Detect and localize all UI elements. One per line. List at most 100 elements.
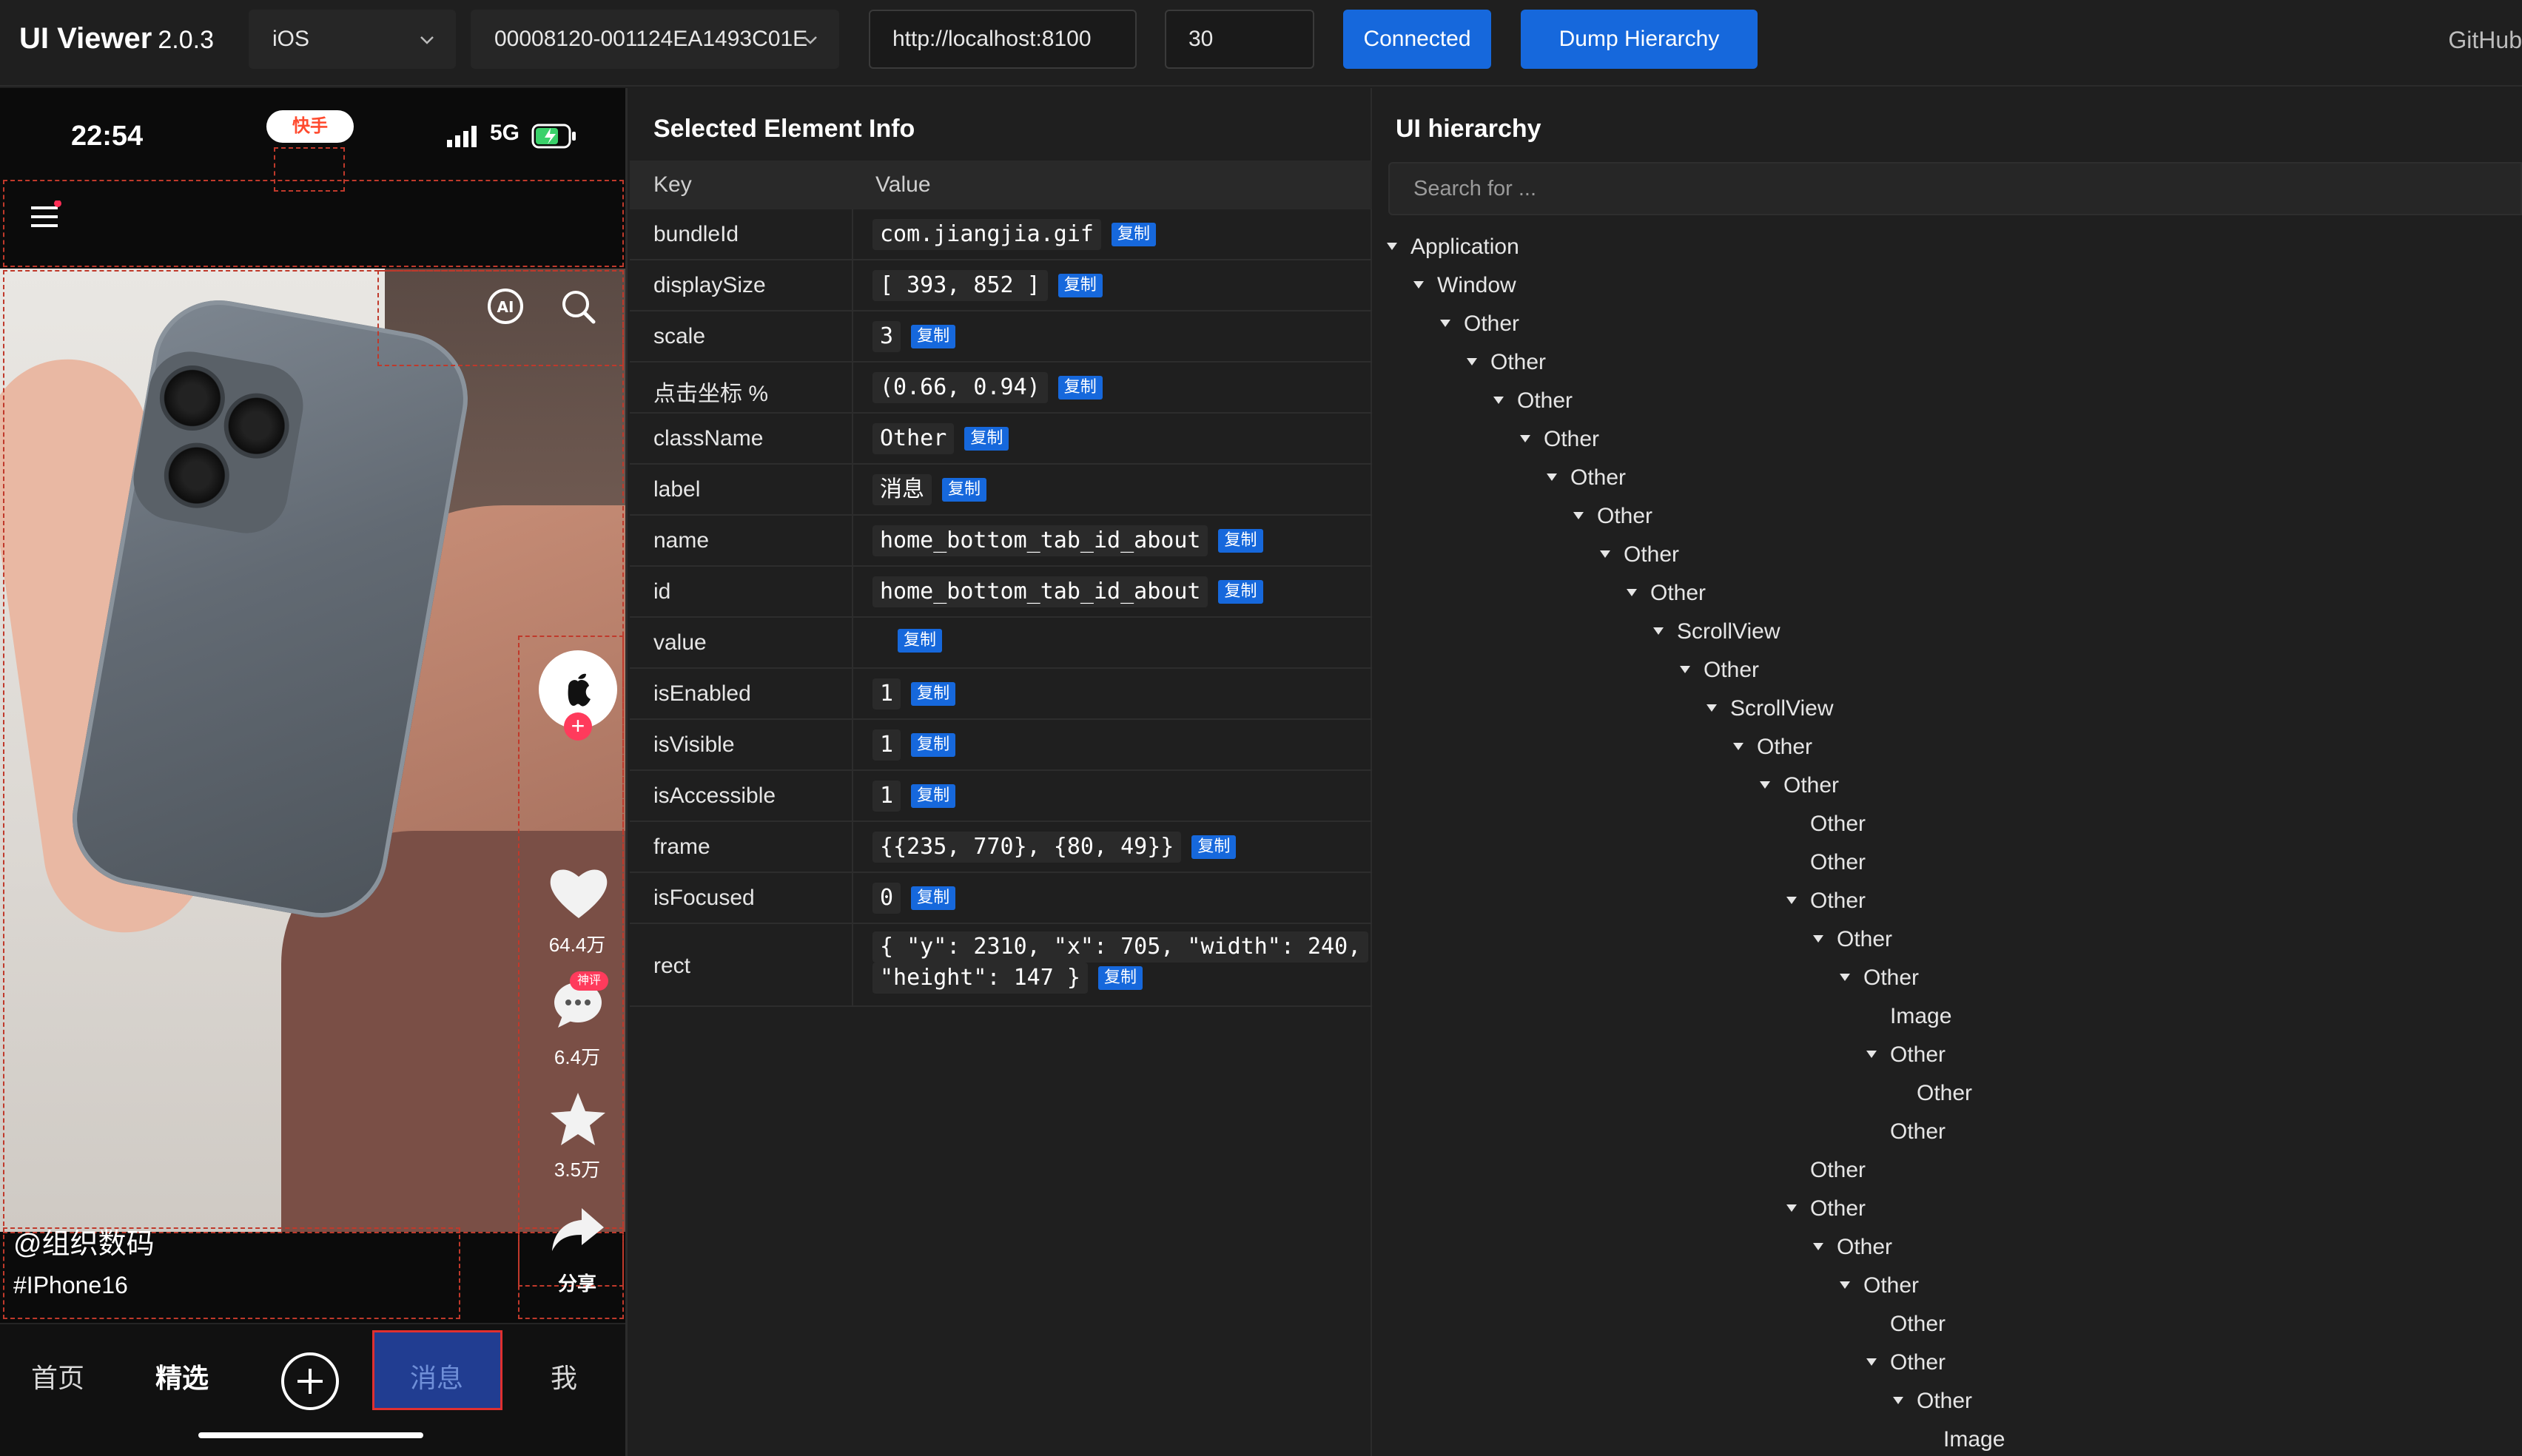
expand-caret-icon[interactable]	[1653, 627, 1664, 635]
tree-node[interactable]: Other	[1840, 1273, 1919, 1312]
expand-caret-icon[interactable]	[1733, 743, 1743, 750]
tree-node[interactable]: Other	[1813, 927, 1892, 965]
dump-hierarchy-button[interactable]: Dump Hierarchy	[1521, 10, 1758, 69]
expand-caret-icon[interactable]	[1680, 666, 1690, 673]
github-link[interactable]: GitHub	[2448, 27, 2522, 54]
tree-node[interactable]: Other	[1467, 350, 1546, 388]
copy-button[interactable]: 复制	[911, 682, 956, 706]
hierarchy-panel: UI hierarchy Search for ... Application W…	[1373, 88, 2522, 1456]
tree-node[interactable]: Other	[1813, 1235, 1892, 1273]
tree-node[interactable]: Other	[1786, 1158, 1866, 1196]
tree-node[interactable]: Window	[1413, 273, 1516, 311]
tree-node[interactable]: Other	[1600, 542, 1679, 581]
tree-node[interactable]: Other	[1866, 1350, 1946, 1389]
copy-button[interactable]: 复制	[911, 325, 956, 348]
tree-node[interactable]: Other	[1866, 1042, 1946, 1081]
tree-node[interactable]: Other	[1440, 311, 1519, 350]
copy-button[interactable]: 复制	[1097, 966, 1143, 990]
expand-caret-icon[interactable]	[1440, 320, 1450, 327]
copy-button[interactable]: 复制	[898, 629, 943, 653]
hashtag[interactable]: #IPhone16	[13, 1272, 128, 1299]
copy-button[interactable]: 复制	[911, 733, 956, 757]
tree-node[interactable]: Other	[1520, 427, 1599, 465]
tree-node[interactable]: Other	[1786, 812, 1866, 850]
tree-node[interactable]: Other	[1627, 581, 1706, 619]
tree-node[interactable]: Other	[1760, 773, 1839, 812]
copy-button[interactable]: 复制	[1111, 223, 1156, 246]
info-row: id home_bottom_tab_id_about 复制	[630, 567, 1372, 618]
tree-node[interactable]: ScrollView	[1706, 696, 1834, 735]
expand-caret-icon[interactable]	[1387, 243, 1397, 250]
device-screenshot[interactable]: 22:54 快手 5G AI + 64.4万 神评 6.4万 3.5万 分享 @…	[0, 88, 628, 1456]
copy-button[interactable]: 复制	[964, 427, 1009, 451]
tree-node-label: Other	[1810, 1158, 1866, 1182]
tree-node[interactable]: Other	[1547, 465, 1626, 504]
copy-button[interactable]: 复制	[942, 478, 987, 502]
expand-caret-icon[interactable]	[1493, 397, 1504, 404]
tree-node[interactable]: Other	[1893, 1389, 1972, 1427]
share-icon[interactable]	[551, 1207, 605, 1253]
tree-node[interactable]: ScrollView	[1653, 619, 1780, 658]
expand-caret-icon[interactable]	[1813, 935, 1823, 943]
copy-button[interactable]: 复制	[1218, 529, 1263, 553]
tab-me[interactable]: 我	[551, 1357, 577, 1395]
tree-node[interactable]: Other	[1866, 1312, 1946, 1350]
follow-plus-icon[interactable]: +	[564, 712, 592, 741]
hierarchy-search-input[interactable]: Search for ...	[1388, 162, 2522, 215]
copy-button[interactable]: 复制	[1057, 376, 1103, 400]
favorite-star-icon[interactable]	[549, 1091, 607, 1147]
expand-caret-icon[interactable]	[1866, 1051, 1877, 1058]
server-url-input[interactable]: http://localhost:8100	[869, 10, 1137, 69]
tab-featured[interactable]: 精选	[155, 1357, 209, 1395]
tree-node[interactable]: Other	[1893, 1081, 1972, 1119]
expand-caret-icon[interactable]	[1866, 1358, 1877, 1366]
create-plus-icon[interactable]	[280, 1351, 340, 1412]
platform-select[interactable]: iOS	[249, 10, 456, 69]
connected-button[interactable]: Connected	[1343, 10, 1491, 69]
expand-caret-icon[interactable]	[1706, 704, 1717, 712]
expand-caret-icon[interactable]	[1573, 512, 1584, 519]
expand-caret-icon[interactable]	[1840, 974, 1850, 981]
tree-node[interactable]: Application	[1387, 235, 1519, 273]
expand-caret-icon[interactable]	[1786, 897, 1797, 904]
copy-button[interactable]: 复制	[1218, 580, 1263, 604]
tree-node[interactable]: Image	[1866, 1004, 1951, 1042]
copy-button[interactable]: 复制	[1191, 835, 1237, 859]
tree-node[interactable]: Other	[1680, 658, 1759, 696]
tree-node[interactable]: Other	[1573, 504, 1652, 542]
tree-node[interactable]: Image	[1920, 1427, 2005, 1456]
tree-node[interactable]: Other	[1493, 388, 1573, 427]
tree-node[interactable]: Other	[1786, 889, 1866, 927]
expand-caret-icon[interactable]	[1600, 550, 1610, 558]
copy-button[interactable]: 复制	[1057, 274, 1103, 297]
tree-node[interactable]: Other	[1786, 850, 1866, 889]
apple-logo-icon	[568, 673, 591, 707]
author-name[interactable]: @组织数码	[13, 1221, 155, 1261]
expand-caret-icon[interactable]	[1547, 473, 1557, 481]
like-heart-icon[interactable]	[548, 865, 610, 921]
copy-button[interactable]: 复制	[911, 886, 956, 910]
expand-caret-icon[interactable]	[1413, 281, 1424, 289]
chevron-down-icon	[420, 36, 434, 44]
tree-node[interactable]: Other	[1786, 1196, 1866, 1235]
device-select[interactable]: 00008120-001124EA1493C01E	[471, 10, 839, 69]
expand-caret-icon[interactable]	[1467, 358, 1477, 365]
tab-home[interactable]: 首页	[31, 1357, 84, 1395]
expand-caret-icon[interactable]	[1520, 435, 1530, 442]
expand-caret-icon[interactable]	[1786, 1204, 1797, 1212]
expand-caret-icon[interactable]	[1627, 589, 1637, 596]
expand-caret-icon[interactable]	[1760, 781, 1770, 789]
tab-messages[interactable]: 消息	[410, 1357, 463, 1395]
info-value: 复制	[872, 627, 943, 653]
expand-caret-icon[interactable]	[1893, 1397, 1903, 1404]
tree-node-label: Other	[1704, 658, 1760, 682]
timeout-input[interactable]: 30	[1165, 10, 1314, 69]
author-avatar[interactable]: +	[539, 650, 617, 741]
tree-node[interactable]: Other	[1840, 965, 1919, 1004]
expand-caret-icon[interactable]	[1840, 1281, 1850, 1289]
tree-node[interactable]: Other	[1866, 1119, 1946, 1158]
tree-node[interactable]: Other	[1733, 735, 1812, 773]
column-divider	[852, 873, 853, 923]
expand-caret-icon[interactable]	[1813, 1243, 1823, 1250]
copy-button[interactable]: 复制	[911, 784, 956, 808]
